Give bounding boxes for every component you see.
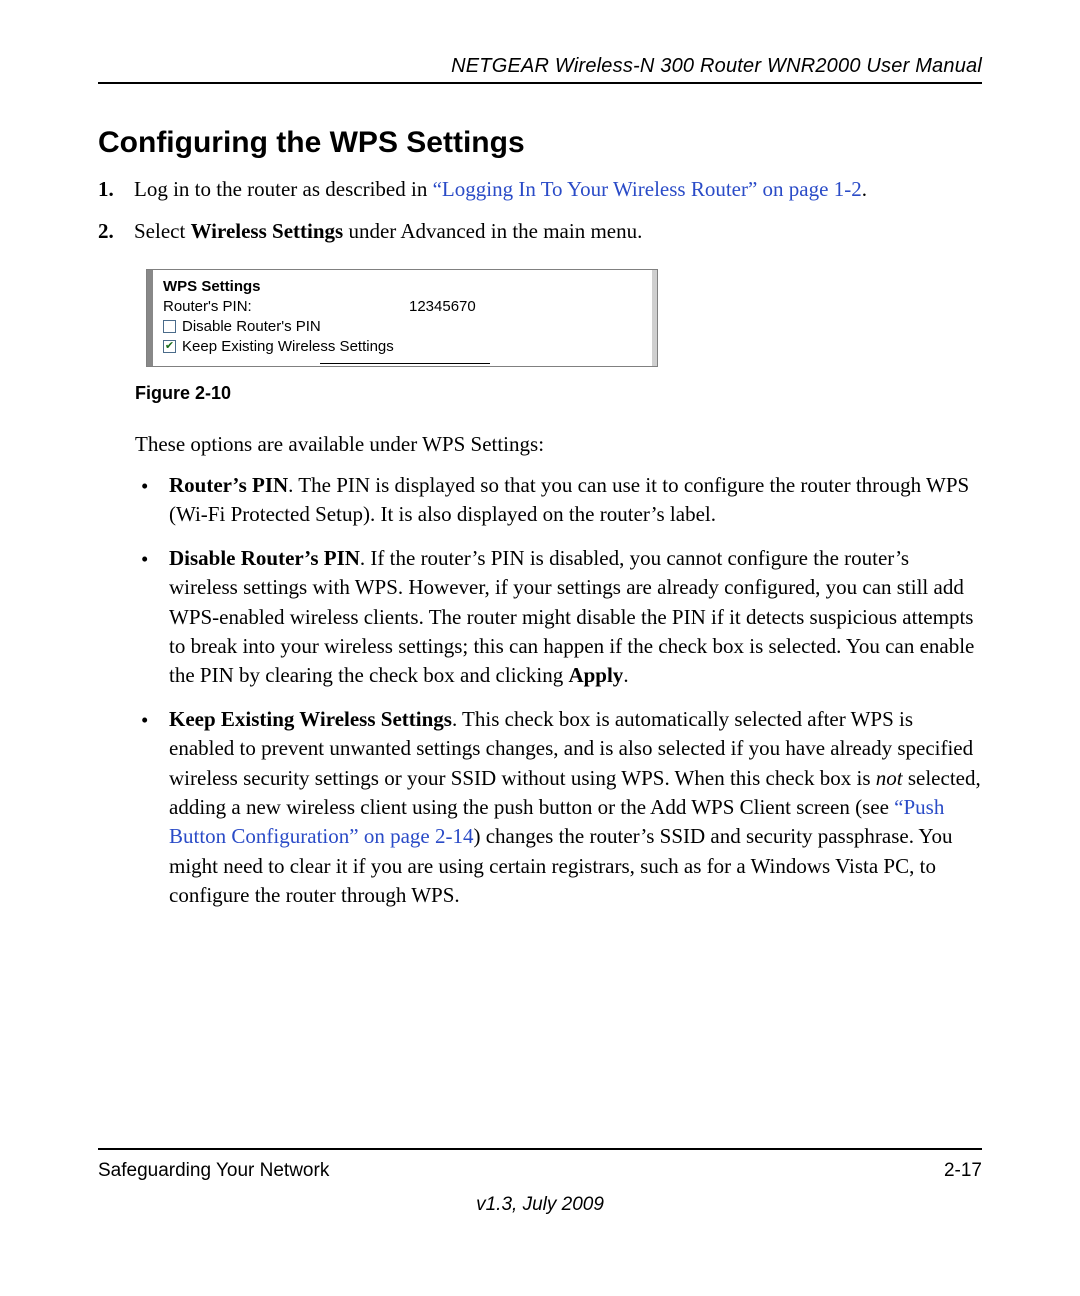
bullet-1-text: . The PIN is displayed so that you can u… [169, 473, 969, 526]
bullet-2-text-b: . [623, 663, 628, 687]
options-intro: These options are available under WPS Se… [135, 432, 982, 457]
bullet-list: Router’s PIN. The PIN is displayed so th… [135, 471, 982, 910]
bullet-router-pin: Router’s PIN. The PIN is displayed so th… [135, 471, 982, 530]
figure-caption: Figure 2-10 [135, 383, 982, 404]
keep-settings-row: Keep Existing Wireless Settings [163, 338, 647, 355]
step-2-text-post: under Advanced in the main menu. [343, 219, 642, 243]
step-list: Log in to the router as described in “Lo… [98, 174, 982, 247]
step-1-text-pre: Log in to the router as described in [134, 177, 433, 201]
page-footer: Safeguarding Your Network 2-17 v1.3, Jul… [98, 1148, 982, 1216]
bullet-keep-settings: Keep Existing Wireless Settings. This ch… [135, 705, 982, 911]
login-link[interactable]: “Logging In To Your Wireless Router” on … [433, 177, 862, 201]
keep-settings-checkbox[interactable] [163, 340, 176, 353]
bullet-3-not: not [876, 766, 903, 790]
bullet-2-apply: Apply [568, 663, 623, 687]
bullet-1-title: Router’s PIN [169, 473, 288, 497]
router-pin-label: Router's PIN: [163, 298, 403, 315]
figure-bottom-rule [320, 363, 490, 364]
disable-pin-label: Disable Router's PIN [182, 318, 321, 335]
footer-page-number: 2-17 [944, 1160, 982, 1182]
disable-pin-row: Disable Router's PIN [163, 318, 647, 335]
step-2-text-pre: Select [134, 219, 191, 243]
figure-panel-inner: WPS Settings Router's PIN: 12345670 Disa… [147, 270, 657, 366]
step-2-bold: Wireless Settings [191, 219, 344, 243]
step-1-text-post: . [862, 177, 867, 201]
keep-settings-label: Keep Existing Wireless Settings [182, 338, 394, 355]
step-2: Select Wireless Settings under Advanced … [98, 216, 982, 248]
bullet-3-title: Keep Existing Wireless Settings [169, 707, 452, 731]
router-pin-value: 12345670 [409, 298, 476, 315]
footer-chapter: Safeguarding Your Network [98, 1160, 329, 1182]
bullet-disable-pin: Disable Router’s PIN. If the router’s PI… [135, 544, 982, 691]
footer-version: v1.3, July 2009 [98, 1194, 982, 1216]
running-header: NETGEAR Wireless-N 300 Router WNR2000 Us… [98, 55, 982, 78]
disable-pin-checkbox[interactable] [163, 320, 176, 333]
figure-2-10: WPS Settings Router's PIN: 12345670 Disa… [146, 269, 658, 367]
document-page: NETGEAR Wireless-N 300 Router WNR2000 Us… [0, 0, 1080, 1296]
figure-panel-outer: WPS Settings Router's PIN: 12345670 Disa… [146, 269, 658, 367]
section-heading: Configuring the WPS Settings [98, 126, 982, 160]
footer-divider [98, 1148, 982, 1150]
router-pin-row: Router's PIN: 12345670 [163, 298, 647, 315]
bullet-2-title: Disable Router’s PIN [169, 546, 360, 570]
step-1: Log in to the router as described in “Lo… [98, 174, 982, 206]
header-divider [98, 82, 982, 84]
wps-settings-title: WPS Settings [163, 278, 647, 295]
